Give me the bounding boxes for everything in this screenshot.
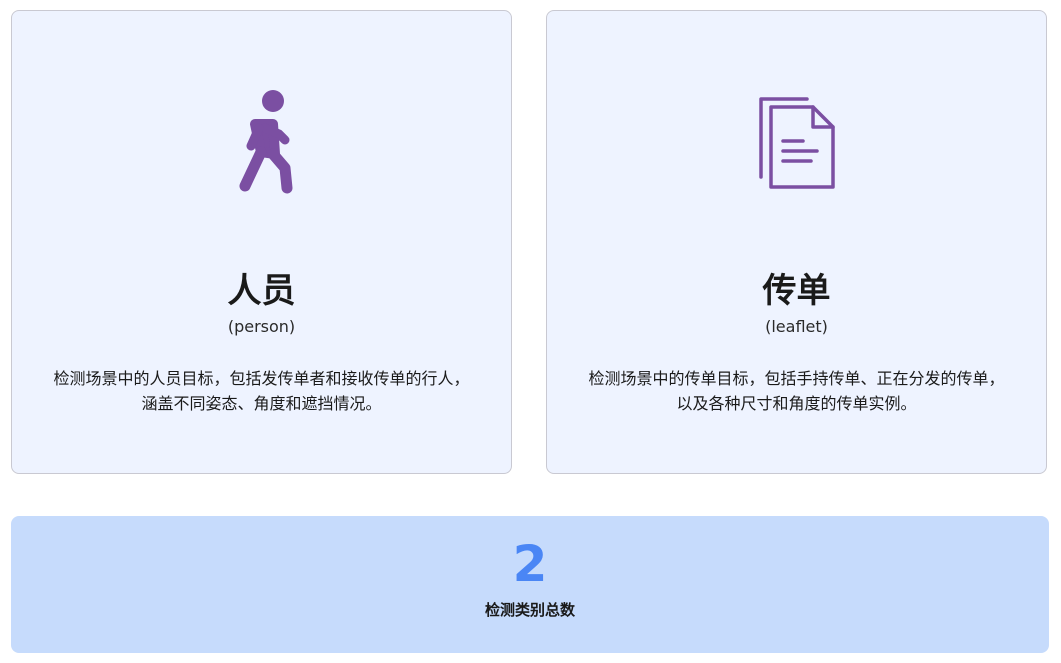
category-card-person: 人员 (person) 检测场景中的人员目标，包括发传单者和接收传单的行人， 涵… — [11, 10, 512, 474]
card-description: 检测场景中的传单目标，包括手持传单、正在分发的传单， 以及各种尺寸和角度的传单实… — [588, 369, 1005, 413]
summary-panel: 2 检测类别总数 — [11, 516, 1049, 653]
category-count: 2 — [512, 535, 548, 593]
category-card-leaflet: 传单 (leaflet) 检测场景中的传单目标，包括手持传单、正在分发的传单， … — [546, 10, 1047, 474]
card-description: 检测场景中的人员目标，包括发传单者和接收传单的行人， 涵盖不同姿态、角度和遮挡情… — [53, 369, 470, 413]
card-title: 人员 — [227, 271, 296, 311]
card-title: 传单 — [762, 271, 831, 311]
walking-person-icon — [12, 83, 511, 203]
document-icon — [547, 83, 1046, 203]
card-subtitle: (person) — [227, 317, 296, 336]
page: 人员 (person) 检测场景中的人员目标，包括发传单者和接收传单的行人， 涵… — [0, 0, 1061, 663]
category-count-label: 检测类别总数 — [484, 601, 575, 619]
card-subtitle: (leaflet) — [765, 317, 828, 336]
